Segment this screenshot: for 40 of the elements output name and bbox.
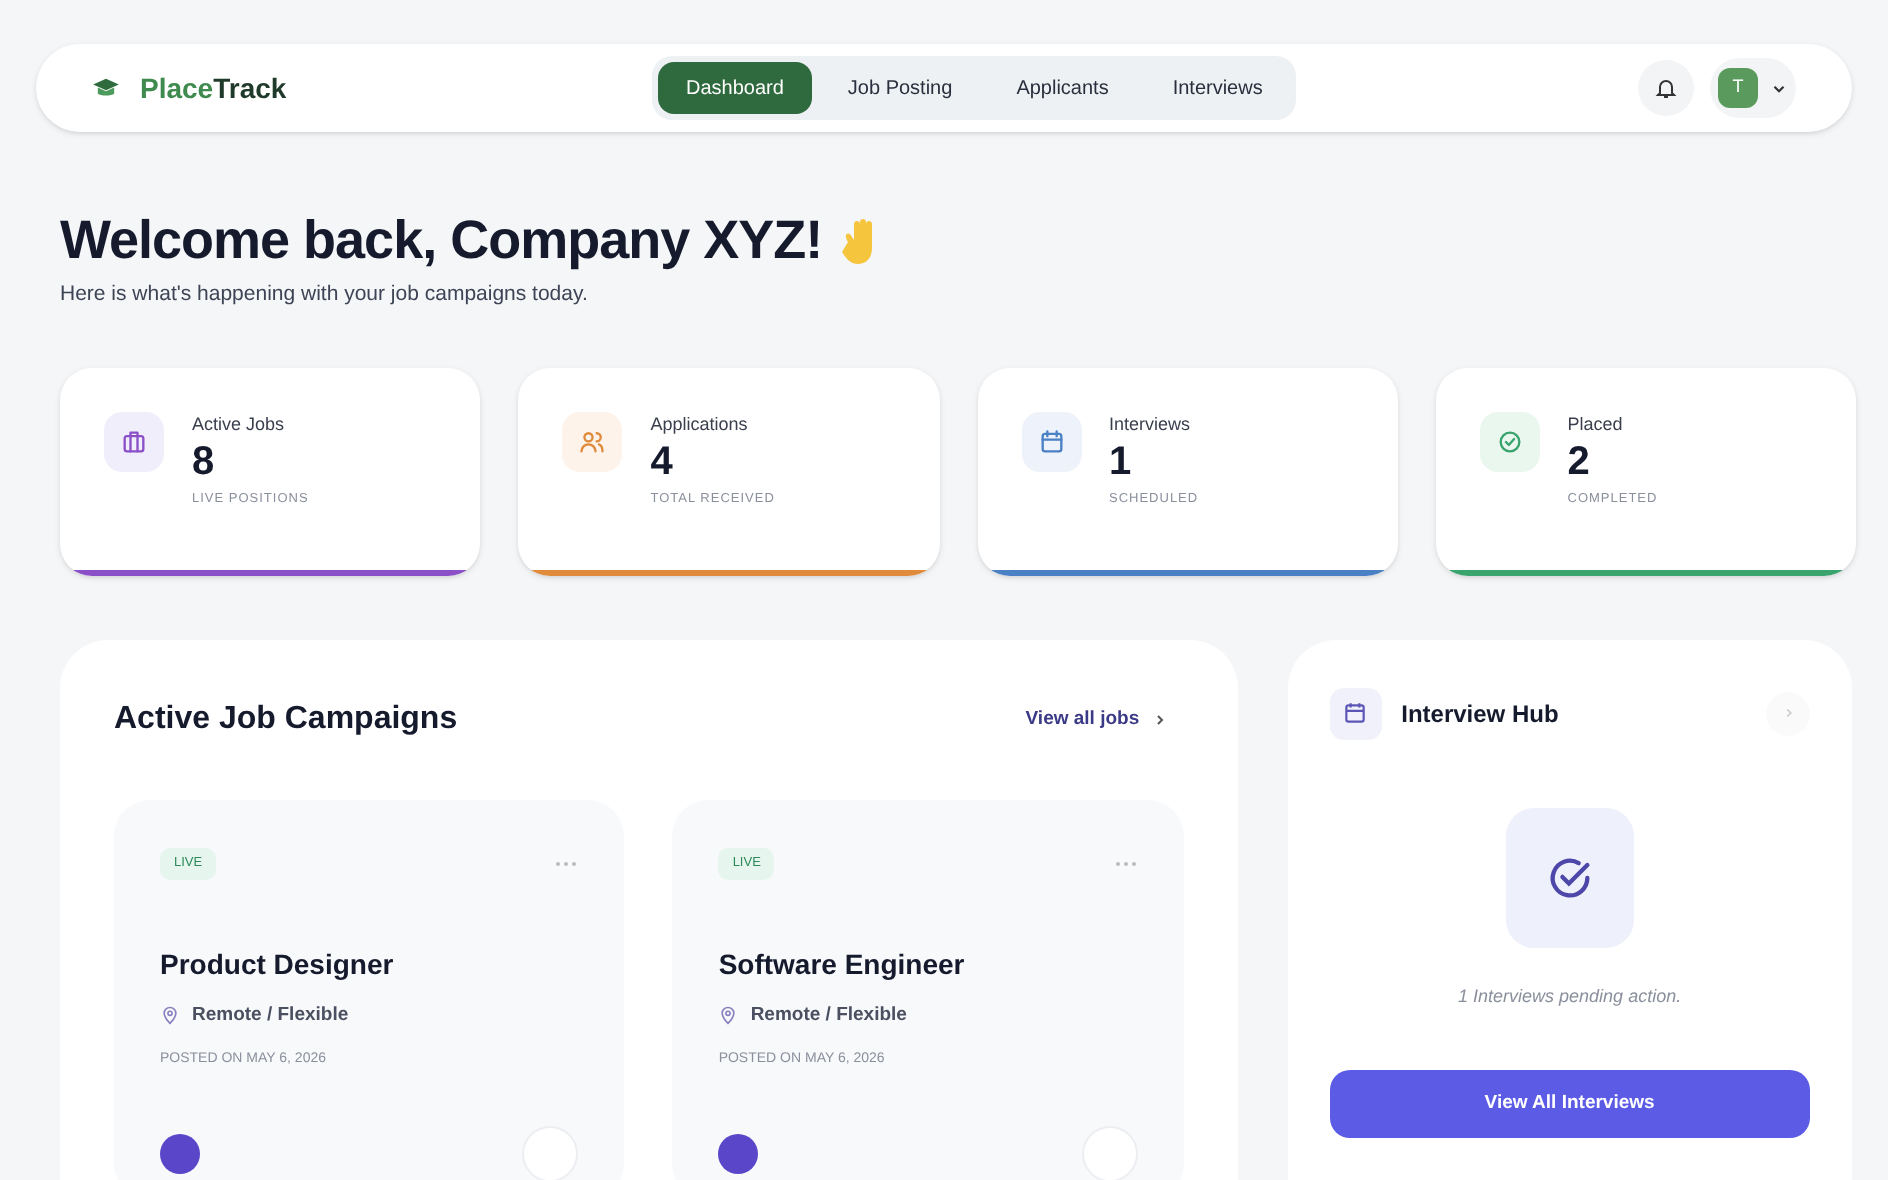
- graduation-cap-icon: [92, 76, 120, 100]
- stat-value: 4: [650, 438, 675, 487]
- stat-value: 2: [1567, 438, 1592, 487]
- stat-label: Active Jobs: [192, 411, 287, 438]
- map-pin-icon: [718, 1004, 739, 1027]
- more-icon[interactable]: [1113, 859, 1138, 868]
- user-avatar: T: [1718, 68, 1758, 108]
- hub-message: 1 Interviews pending action.: [1456, 983, 1684, 1010]
- chevron-right-icon: [1781, 706, 1795, 721]
- stat-label: Interviews: [1109, 411, 1193, 438]
- nav-tab[interactable]: Job Posting: [819, 62, 981, 114]
- welcome-subtitle: Here is what's happening with your job campaigns today.: [60, 280, 590, 310]
- stat-value: 1: [1109, 438, 1134, 487]
- job-title: Software Engineer: [718, 945, 967, 984]
- view-all-interviews-button[interactable]: View All Interviews: [1329, 1070, 1810, 1139]
- campaigns-title: Active Job Campaigns: [114, 699, 458, 740]
- nav-tab[interactable]: Applicants: [988, 62, 1137, 114]
- welcome-title: Welcome back, Company XYZ!: [60, 208, 823, 272]
- nav-tab[interactable]: Dashboard: [658, 62, 812, 114]
- view-all-jobs-link[interactable]: View all jobs: [1025, 705, 1168, 734]
- notification-bell-button[interactable]: [1638, 60, 1694, 116]
- chevron-right-icon: [1151, 711, 1168, 728]
- stat-value: 8: [192, 438, 217, 487]
- stat-label: Placed: [1567, 411, 1625, 438]
- calendar-icon: [1037, 427, 1065, 456]
- stat-label: Applications: [650, 411, 750, 438]
- check-circle-icon: [1495, 427, 1524, 456]
- nav-tab[interactable]: Interviews: [1144, 62, 1291, 114]
- hub-title: Interview Hub: [1401, 697, 1561, 732]
- hub-next-button[interactable]: [1766, 691, 1810, 736]
- map-pin-icon: [160, 1004, 180, 1027]
- users-icon: [578, 427, 607, 456]
- calendar-icon: [1342, 700, 1369, 727]
- more-icon[interactable]: [554, 859, 579, 868]
- job-title: Product Designer: [160, 945, 396, 984]
- brand-logo-text: PlaceTrack: [140, 69, 287, 107]
- briefcase-icon: [120, 427, 148, 456]
- job-location: Remote / Flexible: [192, 1001, 349, 1029]
- bell-icon: [1654, 76, 1678, 100]
- job-location: Remote / Flexible: [750, 1001, 907, 1029]
